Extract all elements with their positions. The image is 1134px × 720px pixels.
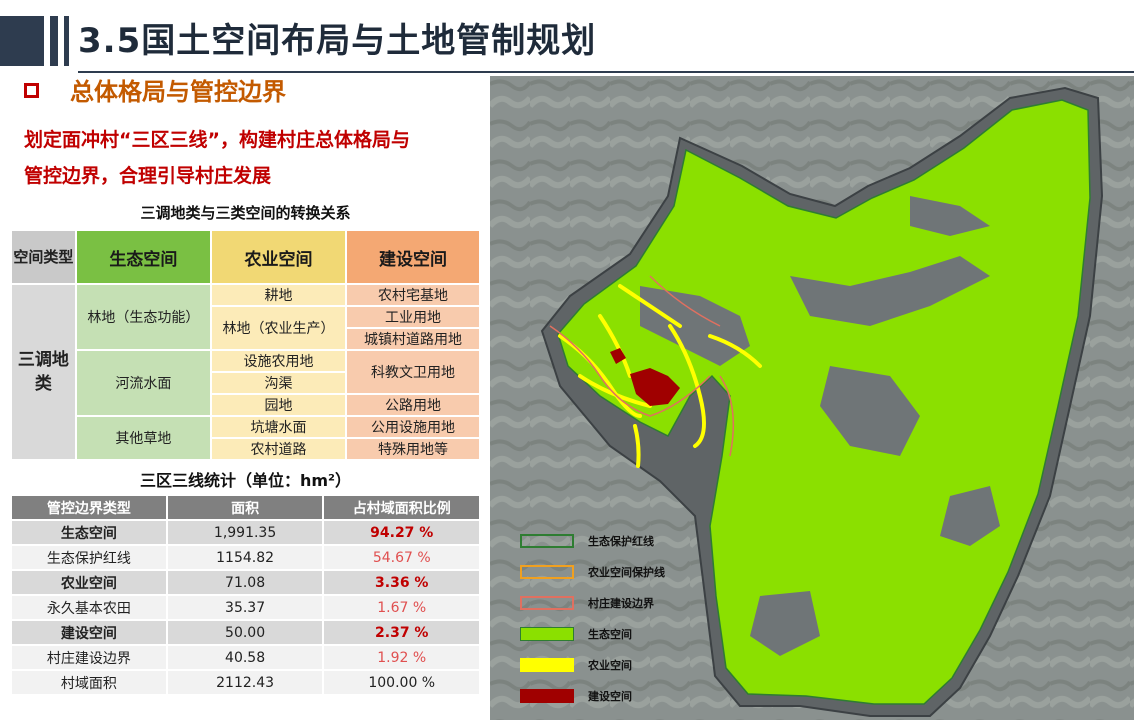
section-title: 总体格局与管控边界 [70,78,286,106]
legend-item: 农业空间 [520,657,632,673]
bld-cell: 城镇村道路用地 [345,327,481,351]
eco-cell: 河流水面 [74,349,212,417]
stats-type: 生态空间 [10,519,168,546]
stats-ratio: 1.92 % [322,644,481,671]
legend-label: 农业空间 [588,659,632,672]
stats-table-caption: 三区三线统计（单位：hm²） [139,471,352,490]
header-bar-thin [50,16,58,66]
legend-label: 生态空间 [588,628,632,641]
legend-item: 生态空间 [520,626,632,642]
agr-cell: 农村道路 [209,437,348,461]
stats-type: 村庄建设边界 [10,644,168,671]
stats-area: 71.08 [165,569,325,596]
agr-cell: 耕地 [209,283,348,307]
stats-type: 建设空间 [10,619,168,646]
legend-label: 农业空间保护线 [588,566,665,579]
stats-type: 永久基本农田 [10,594,168,621]
header-divider [78,71,1134,73]
legend-swatch [520,596,574,610]
header-agr: 农业空间 [209,229,348,285]
legend-item: 生态保护红线 [520,533,654,549]
stats-area: 1,991.35 [165,519,325,546]
intro-text: 划定面冲村“三区三线”，构建村庄总体格局与 管控边界，合理引导村庄发展 [24,122,484,194]
legend-label: 建设空间 [588,690,632,703]
bld-cell: 公路用地 [345,393,481,417]
header-eco: 生态空间 [74,229,212,285]
stats-ratio: 2.37 % [322,619,481,646]
stats-type: 村域面积 [10,669,168,696]
table-row: 生态空间 1,991.35 94.27 % [10,519,481,546]
legend-label: 生态保护红线 [588,535,654,548]
stats-col-header: 占村域面积比例 [322,494,481,521]
stats-area: 1154.82 [165,544,325,571]
bld-cell: 农村宅基地 [345,283,481,307]
stats-ratio: 54.67 % [322,544,481,571]
row-label: 三调地类 [10,283,77,461]
agr-cell: 园地 [209,393,348,417]
stats-area: 35.37 [165,594,325,621]
stats-type: 农业空间 [10,569,168,596]
header-bar-block [0,16,44,66]
intro-line-1: 划定面冲村“三区三线”，构建村庄总体格局与 [24,129,410,151]
conversion-table-caption: 三调地类与三类空间的转换关系 [140,204,351,222]
page-title: 3.5国土空间布局与土地管制规划 [78,21,597,61]
stats-type: 生态保护红线 [10,544,168,571]
table-row: 建设空间 50.00 2.37 % [10,619,481,646]
legend-swatch [520,658,574,672]
stats-area: 2112.43 [165,669,325,696]
bld-cell: 工业用地 [345,305,481,329]
legend-swatch [520,534,574,548]
stats-ratio: 94.27 % [322,519,481,546]
header-bld: 建设空间 [345,229,481,285]
legend-label: 村庄建设边界 [588,597,654,610]
stats-col-header: 管控边界类型 [10,494,168,521]
table-row: 生态保护红线 1154.82 54.67 % [10,544,481,571]
table-row: 永久基本农田 35.37 1.67 % [10,594,481,621]
section-bullet-icon [24,83,39,98]
bld-cell: 公用设施用地 [345,415,481,439]
intro-line-2: 管控边界，合理引导村庄发展 [24,165,272,187]
stats-ratio: 1.67 % [322,594,481,621]
legend-swatch [520,689,574,703]
legend-item: 村庄建设边界 [520,595,654,611]
eco-cell: 林地（生态功能） [74,283,212,351]
bld-cell: 科教文卫用地 [345,349,481,395]
stats-col-header: 面积 [165,494,325,521]
conversion-table: 空间类型 生态空间 农业空间 建设空间 三调地类 林地（生态功能） 耕地 农村宅… [10,229,481,461]
stats-table: 管控边界类型 面积 占村域面积比例 生态空间 1,991.35 94.27 % … [10,494,481,696]
stats-ratio: 100.00 % [322,669,481,696]
legend-swatch [520,627,574,641]
legend-item: 建设空间 [520,688,632,704]
agr-cell: 坑塘水面 [209,415,348,439]
agr-cell: 林地（农业生产） [209,305,348,351]
legend-item: 农业空间保护线 [520,564,665,580]
table-row: 农业空间 71.08 3.36 % [10,569,481,596]
header-bar-thinner [64,16,69,66]
table-row: 村庄建设边界 40.58 1.92 % [10,644,481,671]
stats-area: 50.00 [165,619,325,646]
agr-cell: 设施农用地 [209,349,348,373]
agr-cell: 沟渠 [209,371,348,395]
stats-ratio: 3.36 % [322,569,481,596]
eco-cell: 其他草地 [74,415,212,461]
legend-swatch [520,565,574,579]
village-planning-map [490,76,1134,720]
header-kind: 空间类型 [10,229,77,285]
bld-cell: 特殊用地等 [345,437,481,461]
stats-area: 40.58 [165,644,325,671]
table-row: 村域面积 2112.43 100.00 % [10,669,481,696]
header-decoration [0,16,69,66]
